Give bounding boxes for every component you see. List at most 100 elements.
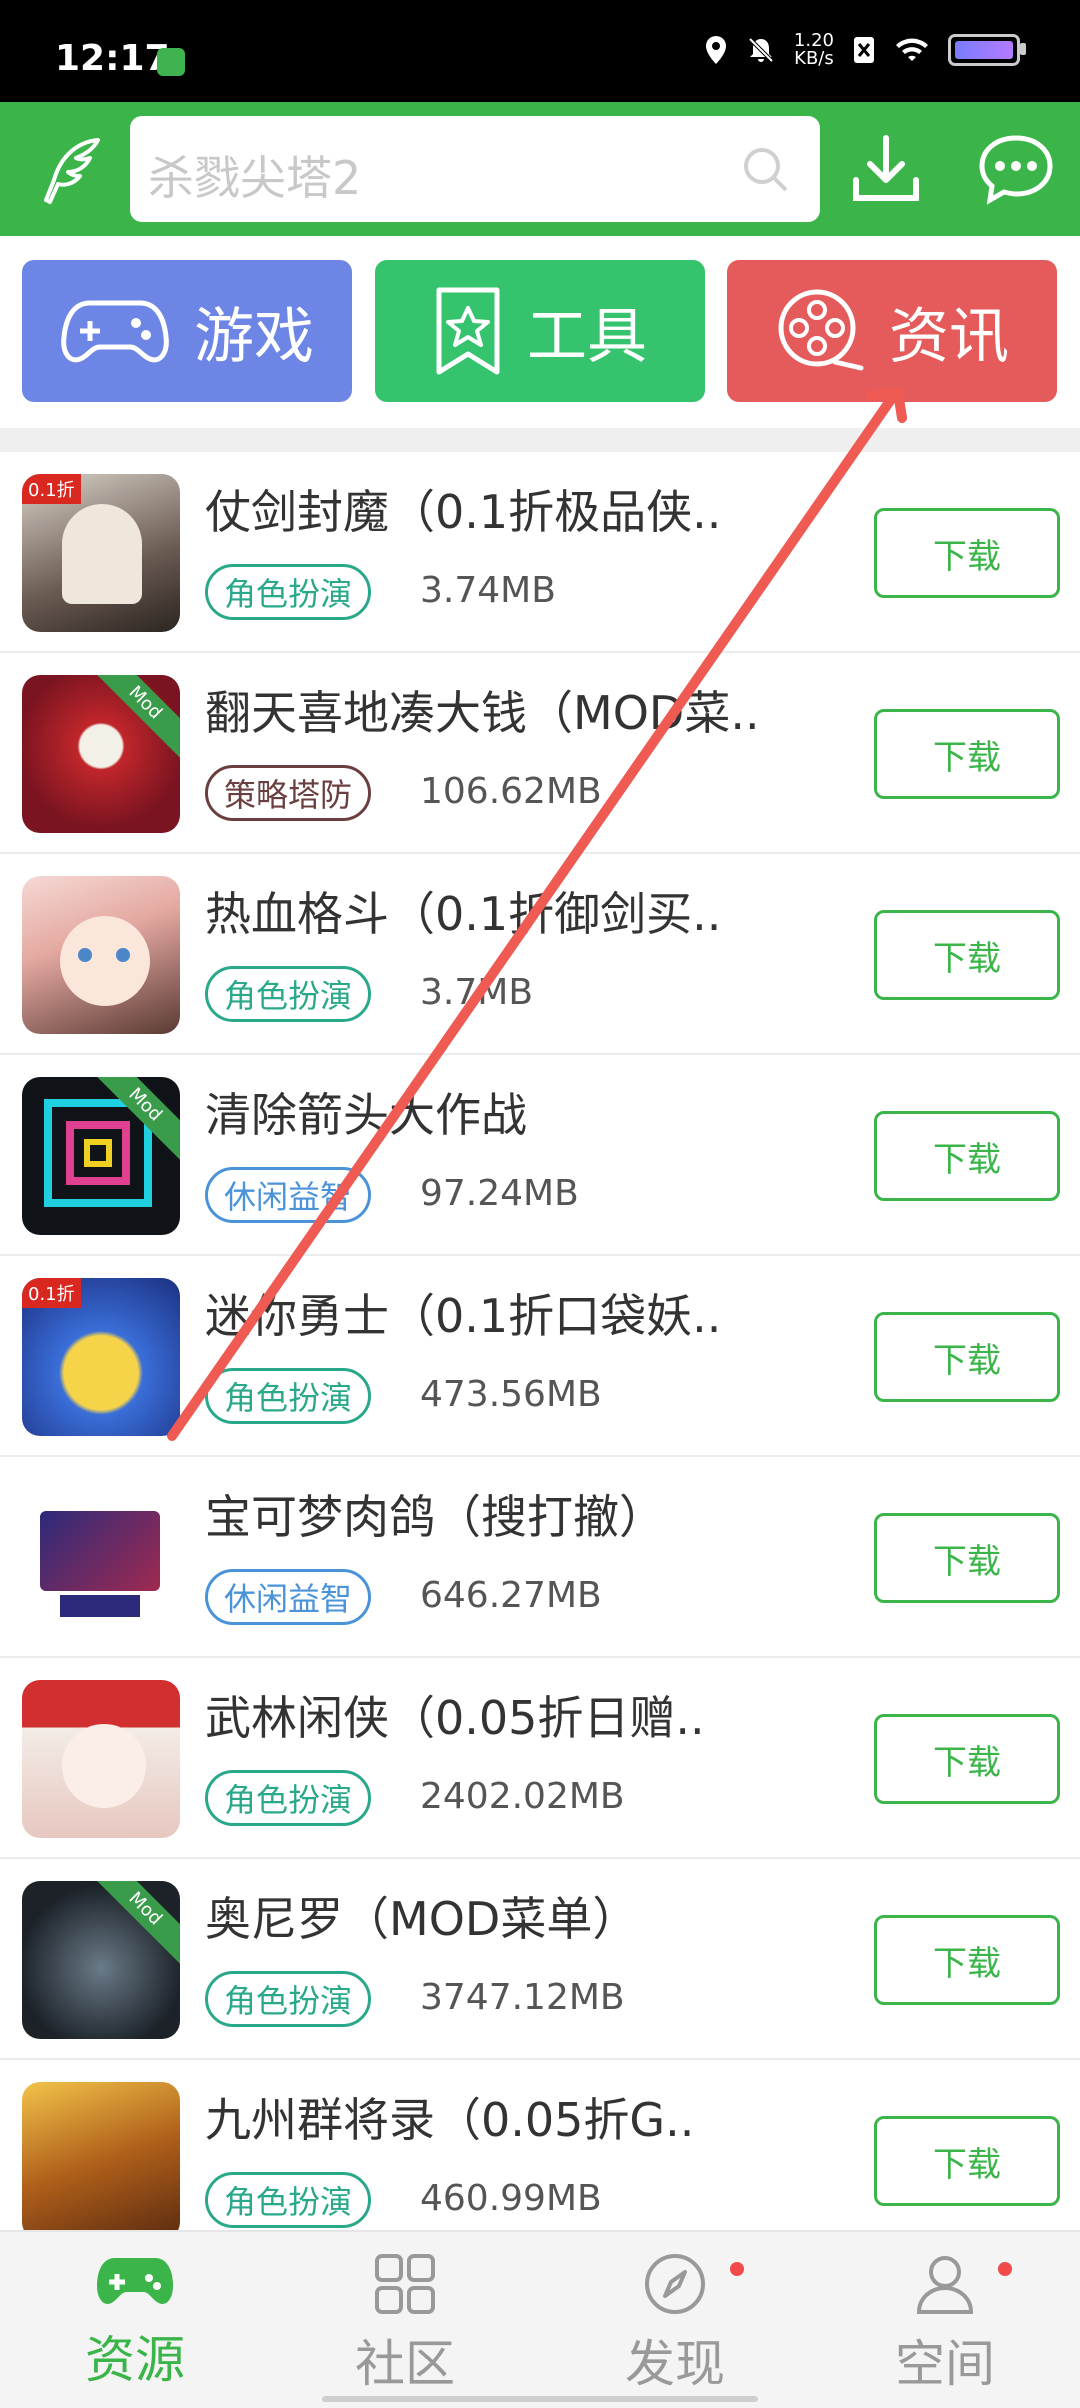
search-placeholder: 杀戮尖塔2 xyxy=(148,151,362,205)
app-category-tag: 角色扮演 xyxy=(205,564,372,620)
list-item[interactable]: 0.1折 仗剑封魔（0.1折极品侠.. 角色扮演 3.74MB 下载 xyxy=(0,452,1080,653)
category-tools-label: 工具 xyxy=(527,301,647,372)
category-games-label: 游戏 xyxy=(194,301,314,372)
mute-bell-icon xyxy=(748,37,774,63)
app-size: 3.74MB xyxy=(420,570,556,611)
grid-icon xyxy=(375,2254,435,2314)
battery-icon xyxy=(948,34,1026,66)
app-size: 2402.02MB xyxy=(420,1776,625,1817)
nav-resources-label: 资源 xyxy=(85,2331,185,2389)
list-item[interactable]: 武林闲侠（0.05折日赠.. 角色扮演 2402.02MB 下载 xyxy=(0,1658,1080,1859)
status-time: 12:17 xyxy=(55,38,170,79)
feather-logo-icon xyxy=(44,138,100,204)
list-item[interactable]: 九州群将录（0.05折G.. 角色扮演 460.99MB 下载 xyxy=(0,2060,1080,2230)
nav-space[interactable]: 空间 xyxy=(845,2252,1045,2396)
app-icon[interactable]: Mod xyxy=(22,1881,180,2039)
list-item[interactable]: 宝可梦肉鸽（搜打撤） 休闲益智 646.27MB 下载 xyxy=(0,1457,1080,1658)
app-icon[interactable] xyxy=(22,2082,180,2230)
app-icon[interactable] xyxy=(22,876,180,1034)
nav-community[interactable]: 社区 xyxy=(305,2252,505,2396)
film-reel-icon xyxy=(778,289,864,371)
app-icon[interactable]: 0.1折 xyxy=(22,1278,180,1436)
bottom-nav: 资源 社区 发现 空间 xyxy=(0,2230,1080,2408)
app-name: 九州群将录（0.05折G.. xyxy=(205,2093,695,2147)
app-name: 奥尼罗（MOD菜单） xyxy=(205,1892,639,1946)
app-category-tag: 角色扮演 xyxy=(205,2172,372,2228)
status-bar: 12:17 1.20 KB/s xyxy=(0,0,1080,102)
status-icons: 1.20 KB/s xyxy=(704,32,1026,68)
list-item[interactable]: 0.1折 迷你勇士（0.1折口袋妖.. 角色扮演 473.56MB 下载 xyxy=(0,1256,1080,1457)
network-speed: 1.20 KB/s xyxy=(794,32,834,68)
category-news-label: 资讯 xyxy=(889,301,1009,372)
app-size: 473.56MB xyxy=(420,1374,602,1415)
message-icon[interactable] xyxy=(976,130,1056,210)
app-size: 106.62MB xyxy=(420,771,602,812)
app-name: 翻天喜地凑大钱（MOD菜.. xyxy=(205,686,760,740)
compass-icon xyxy=(645,2254,705,2314)
app-category-tag: 角色扮演 xyxy=(205,966,372,1022)
app-icon[interactable]: Mod xyxy=(22,675,180,833)
user-icon xyxy=(916,2256,974,2314)
app-size: 3.7MB xyxy=(420,972,534,1013)
search-input[interactable]: 杀戮尖塔2 xyxy=(130,116,820,222)
location-icon xyxy=(705,36,726,64)
app-size: 460.99MB xyxy=(420,2178,602,2219)
download-button[interactable]: 下载 xyxy=(874,910,1060,1000)
search-icon[interactable] xyxy=(740,144,790,194)
app-name: 宝可梦肉鸽（搜打撤） xyxy=(205,1490,665,1544)
app-category-tag: 休闲益智 xyxy=(205,1569,372,1625)
app-list[interactable]: 0.1折 仗剑封魔（0.1折极品侠.. 角色扮演 3.74MB 下载 Mod 翻… xyxy=(0,452,1080,2230)
download-button[interactable]: 下载 xyxy=(874,1714,1060,1804)
app-name: 武林闲侠（0.05折日赠.. xyxy=(205,1691,705,1745)
download-icon[interactable] xyxy=(846,130,926,210)
notification-app-icon xyxy=(157,48,185,76)
app-icon[interactable]: Mod xyxy=(22,1077,180,1235)
app-size: 3747.12MB xyxy=(420,1977,625,2018)
download-button[interactable]: 下载 xyxy=(874,508,1060,598)
home-indicator[interactable] xyxy=(322,2396,758,2402)
app-category-tag: 角色扮演 xyxy=(205,1971,372,2027)
category-bar: 游戏 工具 资讯 xyxy=(0,236,1080,428)
discover-notification-dot xyxy=(730,2262,744,2276)
nav-resources[interactable]: 资源 xyxy=(35,2252,235,2392)
battery-level xyxy=(955,41,1013,59)
app-category-tag: 休闲益智 xyxy=(205,1167,372,1223)
list-item[interactable]: Mod 清除箭头大作战 休闲益智 97.24MB 下载 xyxy=(0,1055,1080,1256)
wifi-icon xyxy=(896,38,928,61)
app-name: 迷你勇士（0.1折口袋妖.. xyxy=(205,1289,722,1343)
app-size: 646.27MB xyxy=(420,1575,602,1616)
top-bar: 杀戮尖塔2 xyxy=(0,102,1080,236)
download-button[interactable]: 下载 xyxy=(874,709,1060,799)
app-category-tag: 策略塔防 xyxy=(205,765,372,821)
download-button[interactable]: 下载 xyxy=(874,1513,1060,1603)
nav-space-label: 空间 xyxy=(895,2335,995,2393)
speed-unit: KB/s xyxy=(794,48,834,69)
download-button[interactable]: 下载 xyxy=(874,1915,1060,2005)
app-icon[interactable] xyxy=(22,1479,180,1637)
app-name: 仗剑封魔（0.1折极品侠.. xyxy=(205,485,722,539)
bookmark-star-icon xyxy=(436,287,500,375)
category-news-button[interactable]: 资讯 xyxy=(727,260,1057,402)
list-item[interactable]: 热血格斗（0.1折御剑买.. 角色扮演 3.7MB 下载 xyxy=(0,854,1080,1055)
category-tools-button[interactable]: 工具 xyxy=(375,260,705,402)
sim-icon xyxy=(854,37,874,63)
app-category-tag: 角色扮演 xyxy=(205,1368,372,1424)
app-icon[interactable] xyxy=(22,1680,180,1838)
nav-discover-label: 发现 xyxy=(625,2335,725,2393)
nav-discover[interactable]: 发现 xyxy=(575,2252,775,2396)
app-category-tag: 角色扮演 xyxy=(205,1770,372,1826)
list-item[interactable]: Mod 奥尼罗（MOD菜单） 角色扮演 3747.12MB 下载 xyxy=(0,1859,1080,2060)
app-name: 热血格斗（0.1折御剑买.. xyxy=(205,887,722,941)
app-icon[interactable]: 0.1折 xyxy=(22,474,180,632)
nav-community-label: 社区 xyxy=(355,2335,455,2393)
app-size: 97.24MB xyxy=(420,1173,579,1214)
download-button[interactable]: 下载 xyxy=(874,1111,1060,1201)
category-games-button[interactable]: 游戏 xyxy=(22,260,352,402)
gamepad-icon xyxy=(97,2258,173,2305)
download-button[interactable]: 下载 xyxy=(874,2116,1060,2206)
space-notification-dot xyxy=(998,2262,1012,2276)
gamepad-icon xyxy=(61,300,169,363)
list-item[interactable]: Mod 翻天喜地凑大钱（MOD菜.. 策略塔防 106.62MB 下载 xyxy=(0,653,1080,854)
section-divider xyxy=(0,428,1080,452)
download-button[interactable]: 下载 xyxy=(874,1312,1060,1402)
